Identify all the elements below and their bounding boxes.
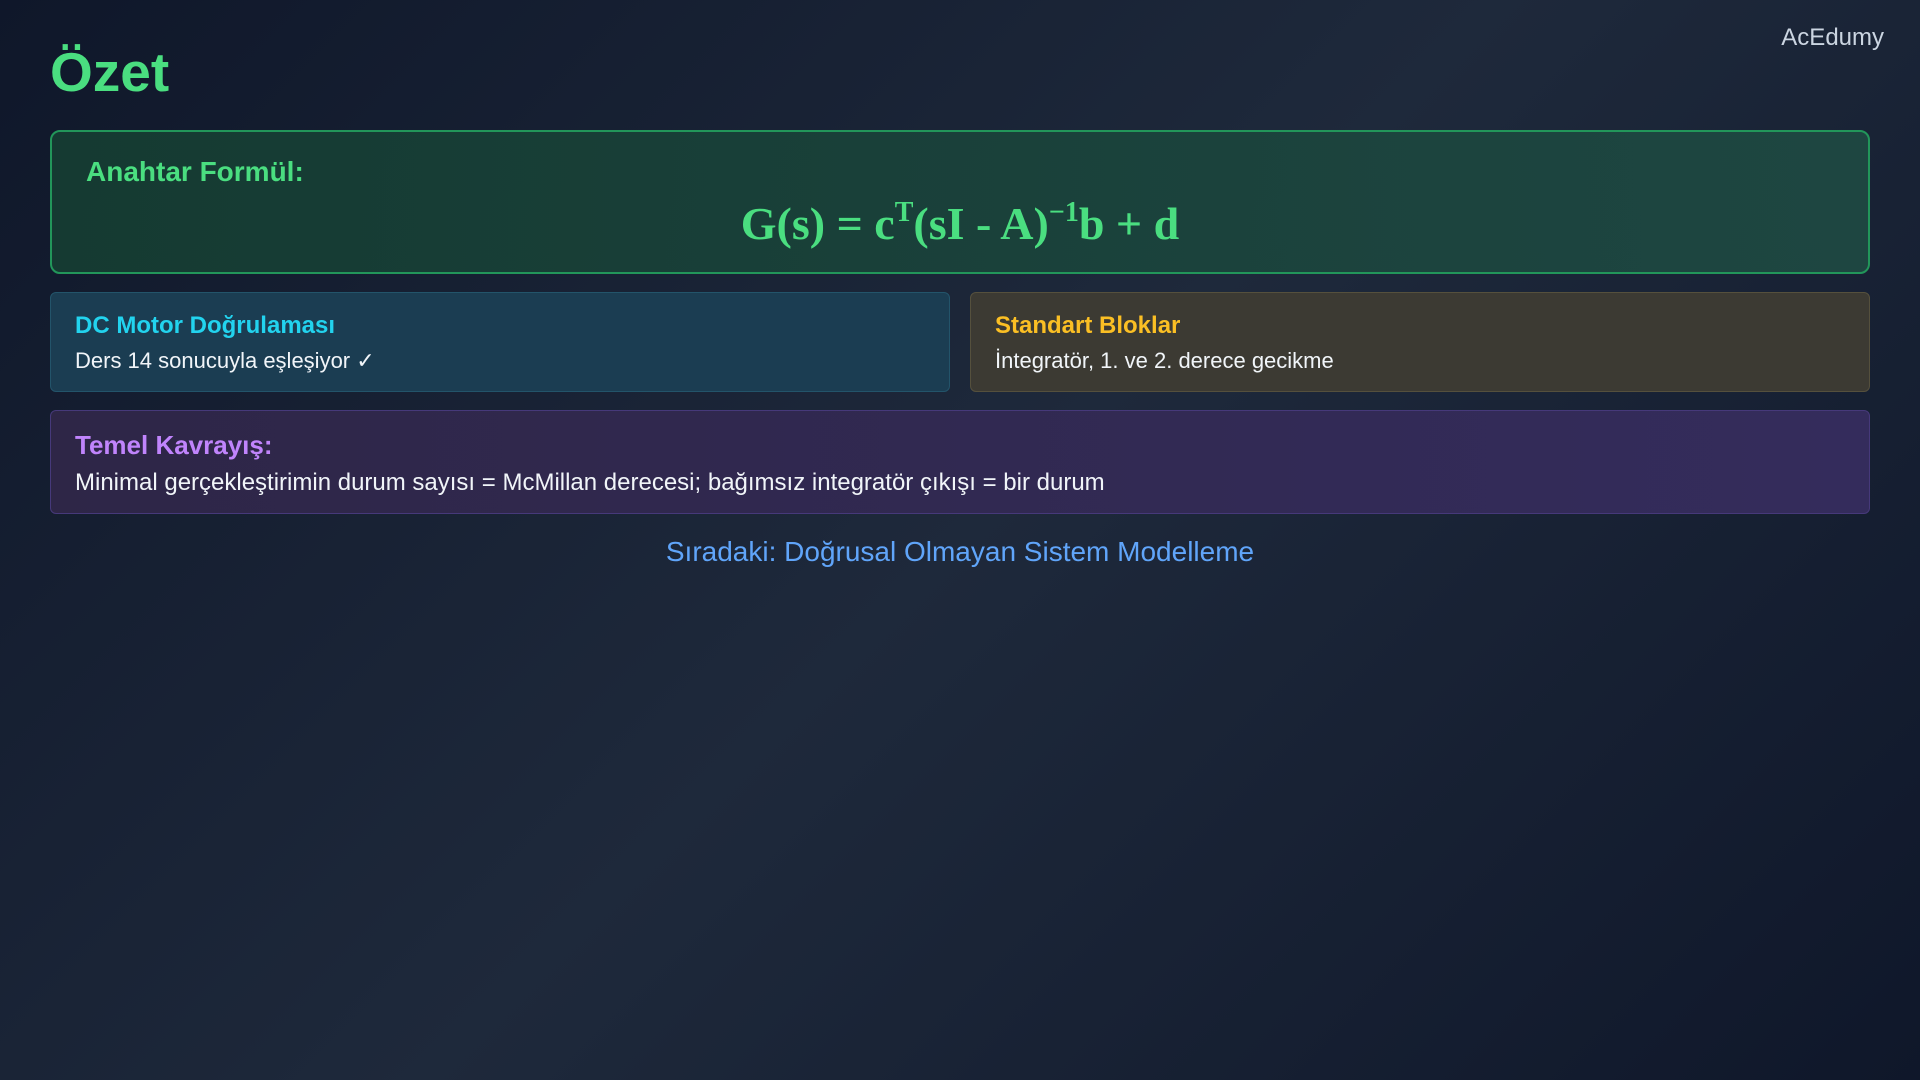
standard-blocks-card: Standart Bloklar İntegratör, 1. ve 2. de… [970,292,1870,392]
formula-transpose-superscript: T [894,197,914,228]
key-formula-card: Anahtar Formül: G(s) = cT(sI - A)−1b + d [50,130,1870,274]
dc-motor-card-text: Ders 14 sonucuyla eşleşiyor ✓ [75,348,375,373]
dc-motor-card-title: DC Motor Doğrulaması [75,312,336,339]
formula-part-1: G(s) = c [740,198,895,249]
standard-blocks-card-text: İntegratör, 1. ve 2. derece gecikme [995,348,1334,373]
info-cards-row: DC Motor Doğrulaması Ders 14 sonucuyla e… [50,292,1870,392]
key-insight-card: Temel Kavrayış: Minimal gerçekleştirimin… [50,410,1870,514]
next-topic-label: Sıradaki: Doğrusal Olmayan Sistem Modell… [665,536,1255,567]
formula-part-3: b + d [1078,198,1180,249]
formula-inverse-superscript: −1 [1048,197,1079,228]
page-title: Özet [50,41,170,103]
standard-blocks-card-title: Standart Bloklar [995,312,1181,339]
key-insight-title: Temel Kavrayış: [75,430,273,460]
key-insight-text: Minimal gerçekleştirimin durum sayısı = … [75,469,1105,496]
slide-content: Özet Anahtar Formül: G(s) = cT(sI - A)−1… [50,40,1870,570]
transfer-function-formula: G(s) = cT(sI - A)−1b + d [86,196,1834,252]
dc-motor-card: DC Motor Doğrulaması Ders 14 sonucuyla e… [50,292,950,392]
formula-label: Anahtar Formül: [86,156,304,187]
formula-part-2: (sI - A) [913,198,1049,249]
